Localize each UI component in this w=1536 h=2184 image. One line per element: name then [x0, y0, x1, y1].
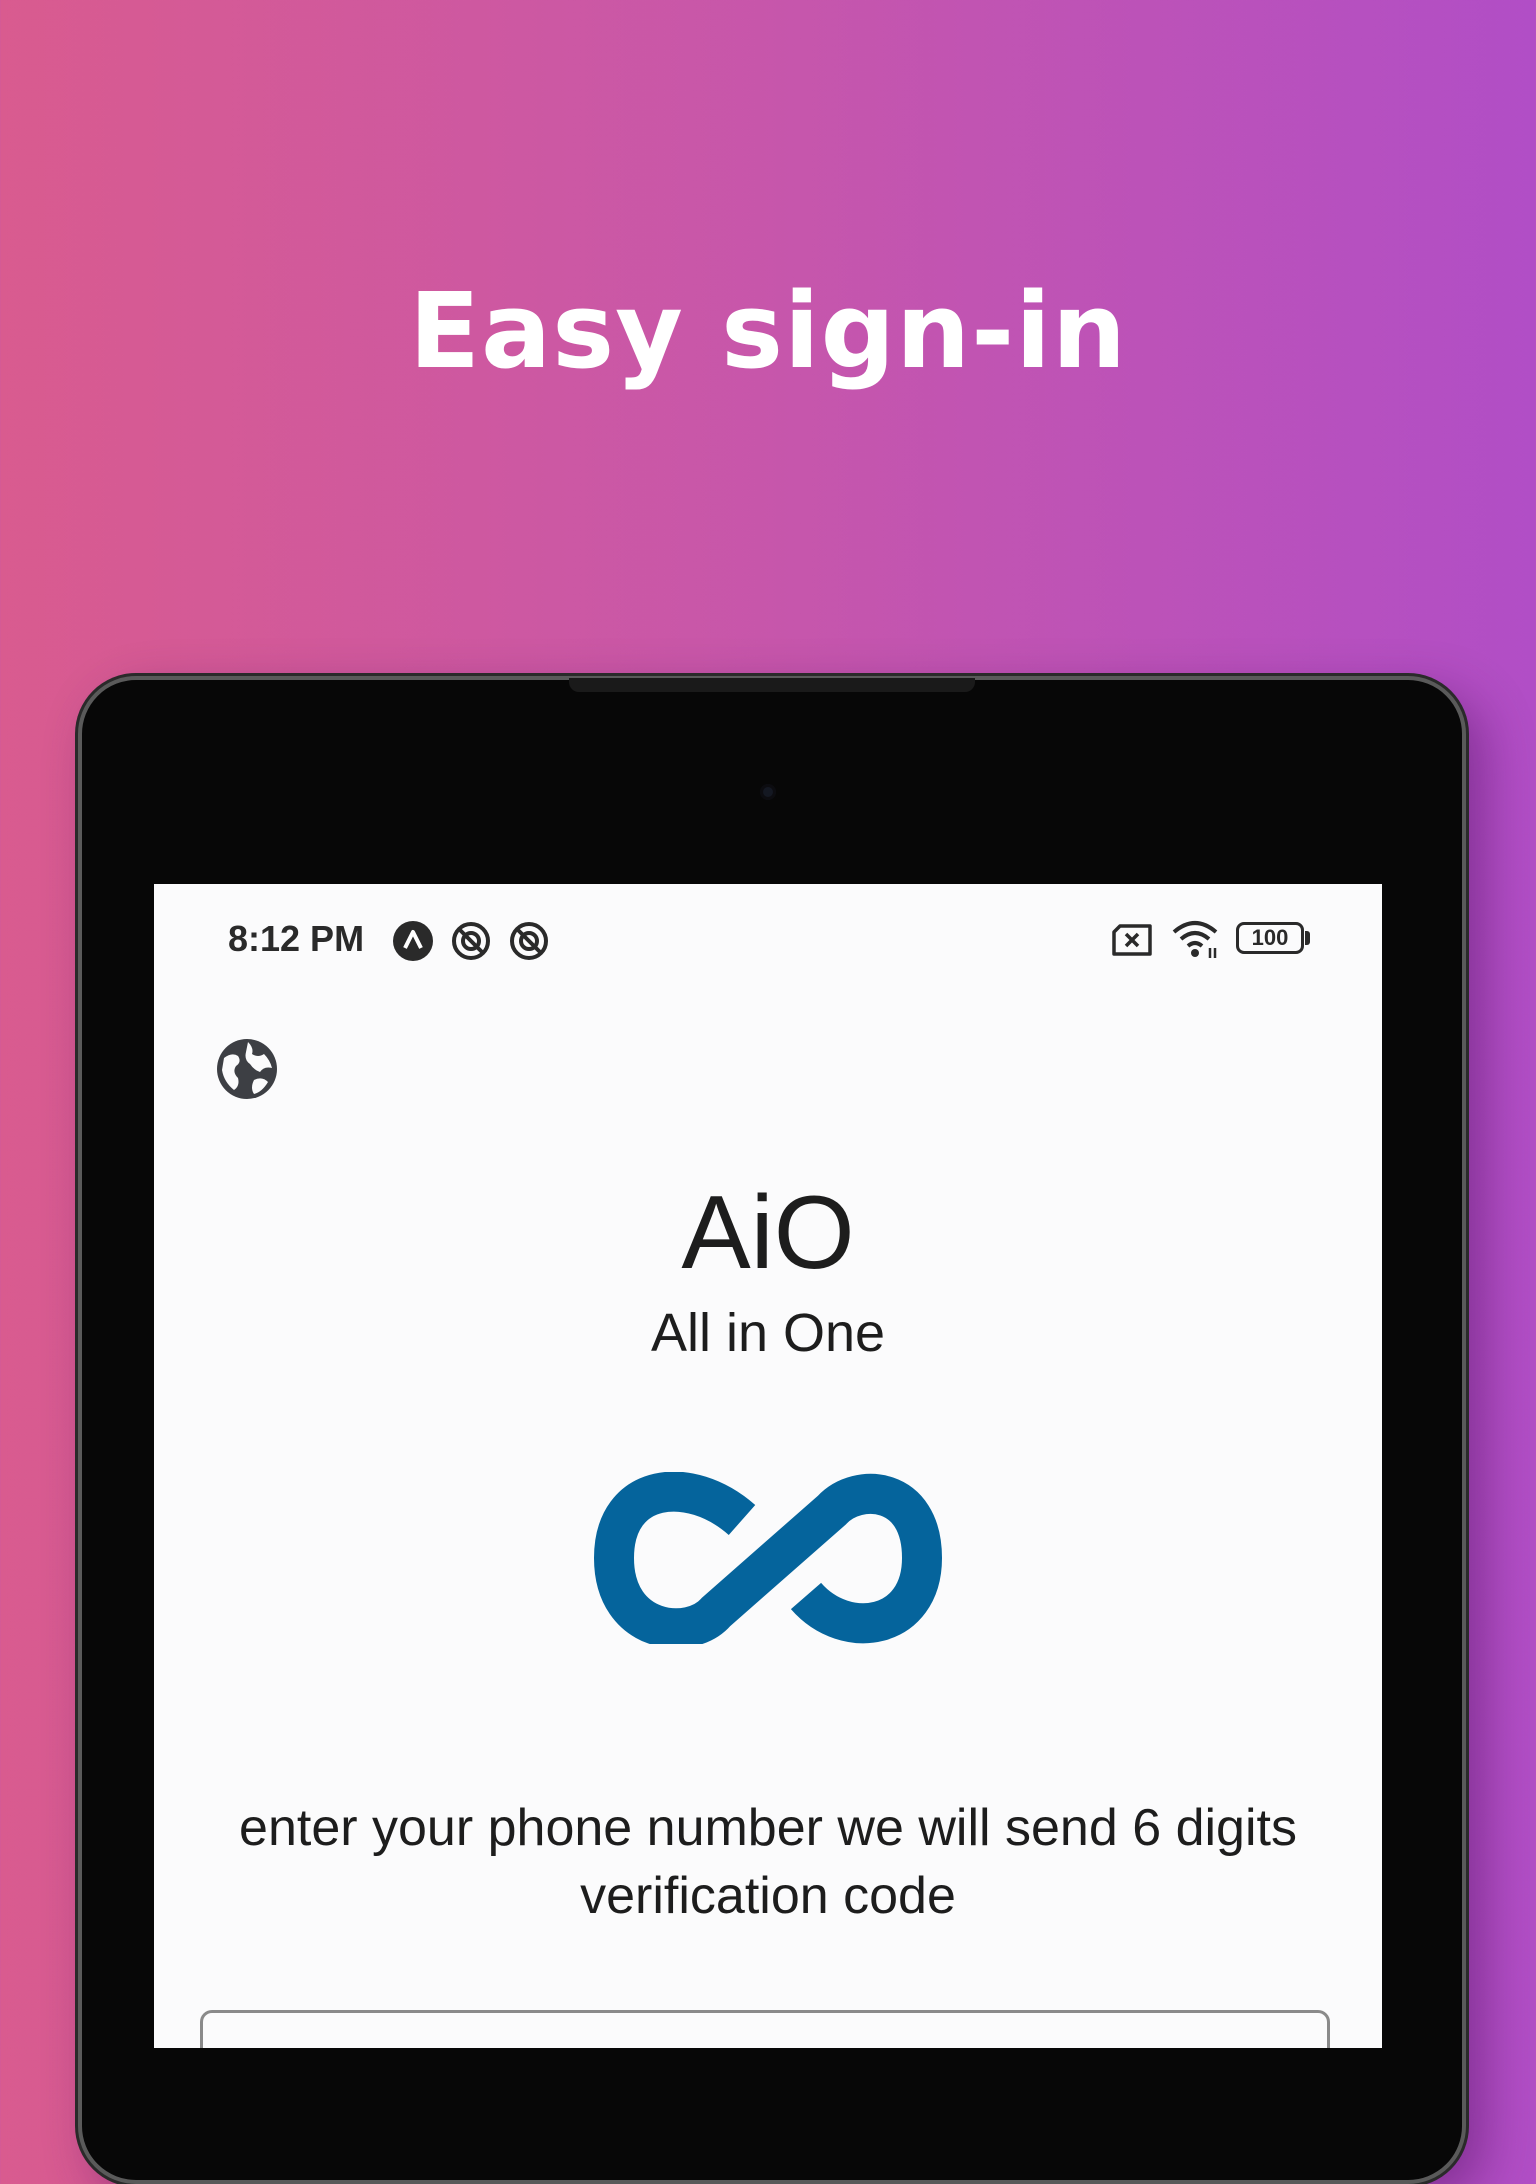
camera-icon [760, 784, 776, 800]
no-tracking-icon [510, 922, 548, 960]
phone-number-input[interactable] [200, 2010, 1330, 2048]
battery-level: 100 [1251, 925, 1289, 950]
hero-title: Easy sign-in [408, 270, 1127, 392]
battery-tip [1305, 931, 1310, 945]
battery-icon: 100 [1236, 922, 1304, 954]
globe-icon[interactable] [214, 1036, 280, 1102]
no-tracking-icon [452, 922, 490, 960]
infinity-logo-icon [593, 1472, 943, 1644]
app-name: AiO [681, 1175, 855, 1291]
status-time: 8:12 PM [228, 918, 365, 959]
tablet-notch [569, 678, 975, 692]
status-bar: 8:12 PM 100 [154, 884, 1382, 994]
app-notification-icon [393, 921, 433, 961]
instructions-text: enter your phone number we will send 6 d… [239, 1799, 1297, 1925]
app-screen: 8:12 PM 100 AiO All in One enter your ph… [154, 884, 1382, 2048]
app-subtitle: All in One [650, 1303, 886, 1363]
no-sim-icon [1112, 924, 1152, 956]
wifi-icon [1172, 921, 1218, 958]
